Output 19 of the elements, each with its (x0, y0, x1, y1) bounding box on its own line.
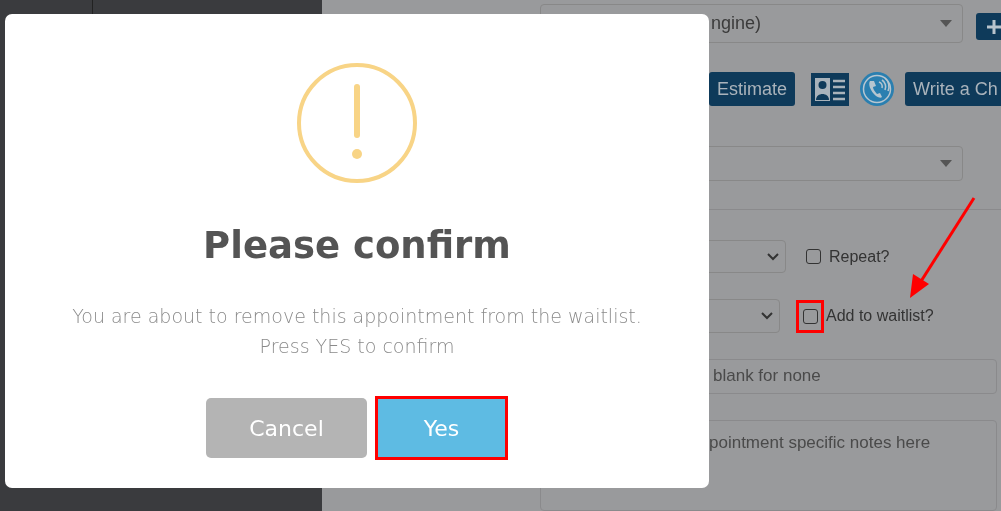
plus-icon (986, 18, 1001, 35)
yes-button[interactable]: Yes (378, 399, 505, 457)
dialog-title: Please confirm (203, 224, 511, 267)
dialog-message: You are about to remove this appointment from the waitlist. Press YES to confirm (72, 304, 642, 359)
warning-icon (296, 62, 418, 184)
checkbox-label: Add to waitlist? (826, 307, 934, 326)
caret-icon (940, 20, 952, 27)
caret-icon (940, 160, 952, 168)
chevron-icon (767, 252, 779, 261)
action-button[interactable]: Write a Ch (905, 72, 1001, 106)
phone-icon[interactable] (859, 71, 896, 107)
contact-card-icon[interactable] (811, 72, 850, 106)
checkbox-label: Repeat? (829, 247, 890, 266)
cancel-button[interactable]: Cancel (206, 398, 367, 458)
repeat-checkbox[interactable] (806, 249, 821, 265)
select-value: ngine) (711, 13, 762, 34)
action-button[interactable]: Estimate (709, 72, 796, 106)
chevron-icon (761, 312, 773, 321)
waitlist-checkbox[interactable] (802, 308, 818, 324)
